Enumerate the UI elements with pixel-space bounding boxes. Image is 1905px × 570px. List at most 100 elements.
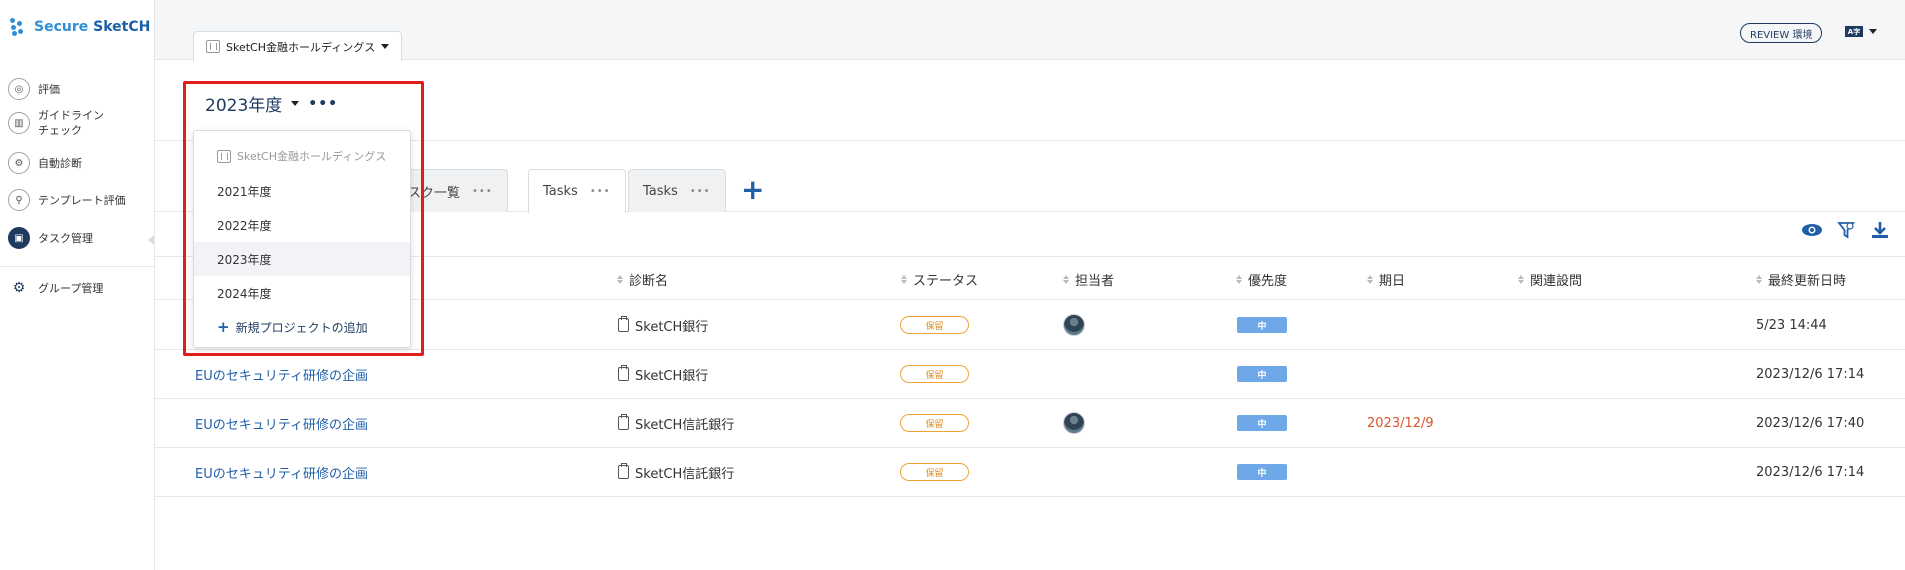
clipboard-icon [618, 463, 629, 479]
column-header-priority[interactable]: 優先度 [1236, 257, 1287, 301]
status-cell: 保留 [900, 399, 969, 447]
sidebar-item-evaluation[interactable]: ◎ 評価 [8, 78, 60, 100]
chevron-down-icon[interactable] [291, 101, 300, 106]
tab-label: Tasks [643, 183, 678, 199]
tab-tasks[interactable]: Tasks ••• [628, 169, 726, 212]
tab-more-icon[interactable]: ••• [690, 186, 711, 197]
column-header-label: ステータス [913, 273, 979, 289]
logo-mark-icon [10, 18, 28, 36]
building-icon [217, 149, 231, 163]
globe-icon: ◎ [8, 78, 30, 100]
org-tab-label: SketCH金融ホールディングス [226, 40, 376, 54]
updated-cell: 2023/12/6 17:14 [1756, 448, 1864, 496]
column-header-related[interactable]: 関連設問 [1518, 257, 1582, 301]
tab-more-icon[interactable]: ••• [472, 186, 493, 197]
search-icon: ⚲ [8, 189, 30, 211]
sidebar-item-auto-diagnosis[interactable]: ⚙ 自動診断 [8, 152, 82, 174]
updated-cell: 5/23 14:44 [1756, 301, 1827, 349]
task-link[interactable]: EUのセキュリティ研修の企画 [195, 365, 368, 384]
column-header-label: 最終更新日時 [1768, 273, 1847, 289]
table-row[interactable]: EUのセキュリティ研修の企画 SketCH銀行 保留 中 2023/12/6 1… [155, 350, 1905, 399]
chart-icon: ▥ [8, 112, 30, 134]
table-row[interactable]: EUのセキュリティ研修の企画 SketCH信託銀行 保留 中 2023/12/6… [155, 448, 1905, 497]
dropdown-org-header: SketCH金融ホールディングス [194, 139, 410, 173]
add-tab-button[interactable]: + [741, 175, 764, 205]
updated-timestamp: 2023/12/6 17:14 [1756, 366, 1865, 382]
column-header-diagnosis[interactable]: 診断名 [617, 257, 668, 301]
updated-timestamp: 5/23 14:44 [1756, 317, 1827, 333]
column-header-due[interactable]: 期日 [1367, 257, 1405, 301]
eye-icon[interactable] [1800, 218, 1824, 242]
diagnosis-cell: SketCH銀行 [618, 350, 708, 398]
filter-icon[interactable] [1834, 218, 1858, 242]
sort-icon [1518, 274, 1524, 284]
status-badge: 保留 [900, 414, 969, 432]
language-selector[interactable]: A字 [1845, 26, 1877, 37]
top-bar: SketCH金融ホールディングス REVIEW 環境 A字 [155, 0, 1905, 61]
tab-more-icon[interactable]: ••• [590, 186, 611, 197]
org-selector-tab[interactable]: SketCH金融ホールディングス [193, 31, 403, 61]
column-header-label: 診断名 [629, 273, 669, 289]
task-name-cell[interactable]: EUのセキュリティ研修の企画 [195, 399, 368, 447]
table-row[interactable]: SketCH銀行 保留 中 5/23 14:44 [155, 301, 1905, 350]
sidebar-collapse-handle[interactable] [148, 235, 154, 245]
fiscal-year-title[interactable]: 2023年度 [205, 91, 282, 116]
status-cell: 保留 [900, 350, 969, 398]
diagnosis-name: SketCH信託銀行 [635, 417, 735, 433]
tab-tasks-active[interactable]: Tasks ••• [528, 169, 626, 213]
updated-cell: 2023/12/6 17:14 [1756, 350, 1864, 398]
task-link[interactable]: EUのセキュリティ研修の企画 [195, 463, 368, 482]
avatar[interactable] [1063, 412, 1085, 434]
status-badge: 保留 [900, 463, 969, 481]
sort-icon [1236, 274, 1242, 284]
chevron-down-icon [1869, 29, 1877, 34]
gear-shield-icon: ⚙ [8, 152, 30, 174]
priority-badge: 中 [1237, 464, 1287, 480]
sidebar-item-label: タスク管理 [38, 232, 93, 245]
sidebar-item-label: 自動診断 [38, 157, 82, 170]
add-project-label: 新規プロジェクトの追加 [235, 320, 368, 335]
task-name-cell[interactable]: EUのセキュリティ研修の企画 [195, 350, 368, 398]
dropdown-item-2021[interactable]: 2021年度 [194, 174, 410, 208]
gear-icon: ⚙ [12, 280, 26, 296]
sidebar-item-task-management[interactable]: ▣ タスク管理 [8, 227, 93, 249]
language-icon: A字 [1845, 26, 1863, 37]
avatar[interactable] [1063, 314, 1085, 336]
more-options-icon[interactable]: ••• [308, 96, 338, 112]
add-project-button[interactable]: + 新規プロジェクトの追加 [194, 310, 410, 344]
sidebar-item-label: グループ管理 [38, 282, 104, 295]
column-header-updated[interactable]: 最終更新日時 [1756, 257, 1846, 301]
table-toolbar [1800, 218, 1892, 242]
fiscal-year-selector[interactable]: 2023年度 ••• [205, 91, 338, 117]
app-logo[interactable]: Secure SketCH [10, 18, 150, 36]
table-row[interactable]: EUのセキュリティ研修の企画 SketCH信託銀行 保留 中 2023/12/9… [155, 399, 1905, 448]
dropdown-item-2024[interactable]: 2024年度 [194, 276, 410, 310]
sidebar-item-guideline-check[interactable]: ▥ ガイドライン チェック [8, 108, 104, 138]
column-header-status[interactable]: ステータス [901, 257, 978, 301]
column-header-assignee[interactable]: 担当者 [1063, 257, 1114, 301]
updated-cell: 2023/12/6 17:40 [1756, 399, 1864, 447]
sort-icon [617, 274, 623, 284]
priority-cell: 中 [1237, 301, 1287, 349]
sidebar: Secure SketCH ◎ 評価 ▥ ガイドライン チェック ⚙ 自動診断 ⚲… [0, 0, 155, 570]
building-icon [206, 40, 220, 53]
tab-label: Tasks [543, 184, 578, 199]
sidebar-divider [0, 266, 155, 267]
divider [155, 140, 1905, 141]
sidebar-item-template-evaluation[interactable]: ⚲ テンプレート評価 [8, 189, 126, 211]
task-name-cell[interactable]: EUのセキュリティ研修の企画 [195, 448, 368, 496]
dropdown-item-2022[interactable]: 2022年度 [194, 208, 410, 242]
sidebar-item-label: ガイドライン チェック [38, 109, 104, 137]
priority-badge: 中 [1237, 415, 1287, 431]
dropdown-item-2023[interactable]: 2023年度 [194, 242, 410, 276]
status-cell: 保留 [900, 301, 969, 349]
clipboard-icon [618, 365, 629, 381]
clipboard-icon [618, 316, 629, 332]
download-icon[interactable] [1868, 218, 1892, 242]
logo-text: Secure SketCH [34, 19, 151, 35]
column-header-label: 関連設問 [1530, 273, 1583, 289]
review-environment-badge: REVIEW 環境 [1740, 23, 1823, 43]
sidebar-item-group-management[interactable]: ⚙ グループ管理 [8, 280, 104, 296]
updated-timestamp: 2023/12/6 17:14 [1756, 464, 1865, 480]
task-link[interactable]: EUのセキュリティ研修の企画 [195, 414, 368, 433]
